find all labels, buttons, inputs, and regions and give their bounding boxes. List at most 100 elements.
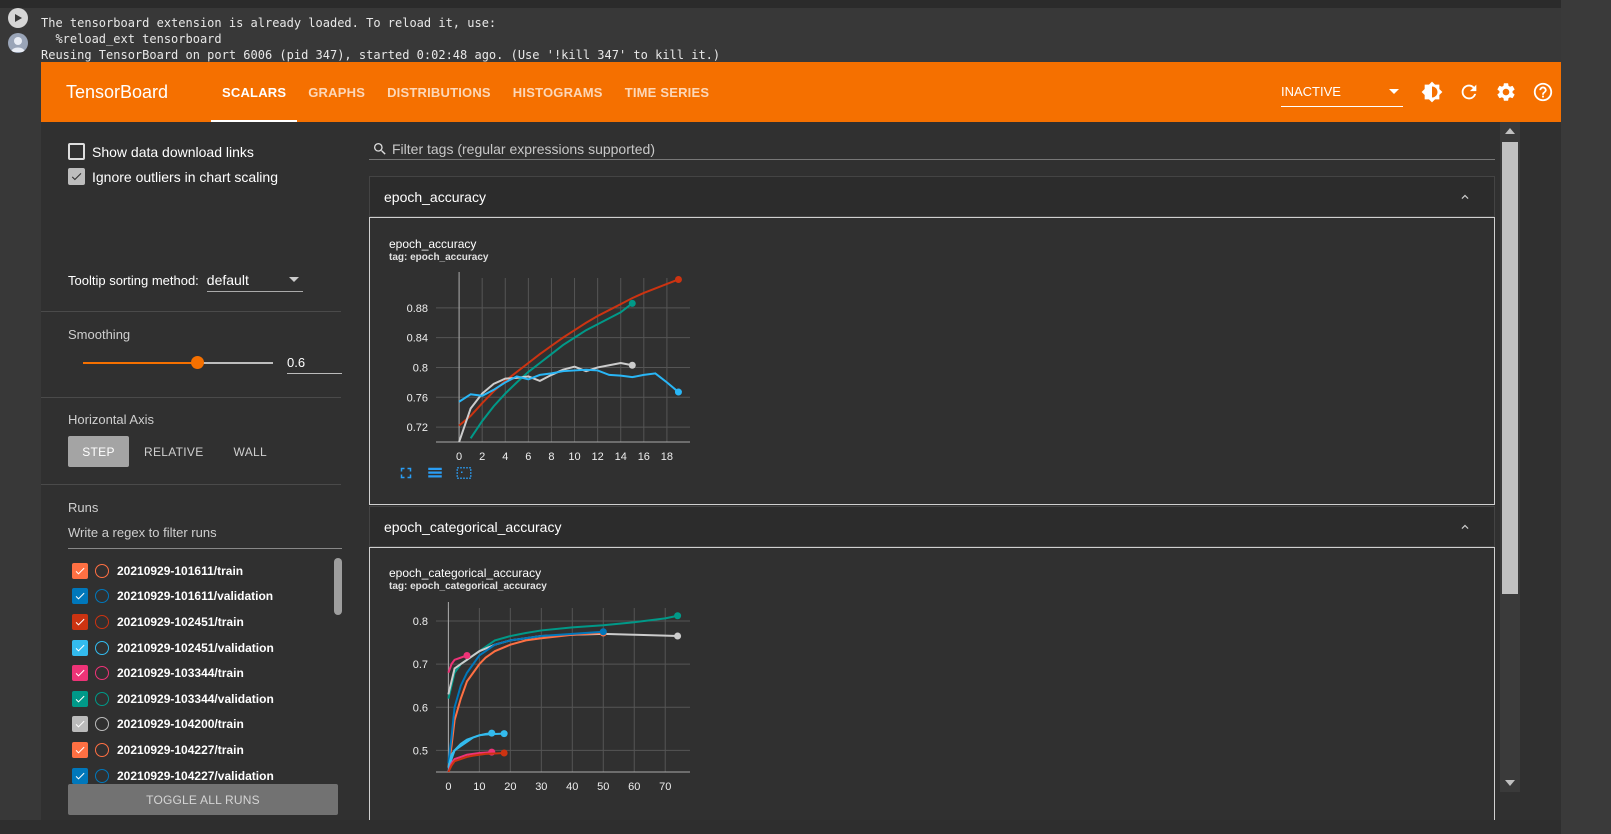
chart-card-epoch-categorical-accuracy: epoch_categorical_accuracy tag: epoch_ca… [369,547,1495,821]
run-row[interactable]: 20210929-102451/train [68,609,334,635]
run-checkbox[interactable] [72,588,88,605]
scroll-down-icon[interactable] [1505,780,1515,786]
tab-distributions[interactable]: DISTRIBUTIONS [376,62,502,122]
group-header-epoch-accuracy[interactable]: epoch_accuracy [369,176,1495,217]
show-download-links-checkbox[interactable] [68,143,85,160]
run-name: 20210929-103344/validation [117,691,274,706]
divider [41,311,341,312]
tab-scalars[interactable]: SCALARS [211,62,298,122]
series-end-point [628,299,636,307]
run-row[interactable]: 20210929-104227/train [68,737,334,763]
help-icon[interactable] [1524,72,1561,112]
show-download-links-option[interactable]: Show data download links [68,143,254,160]
x-tick-label: 70 [659,781,671,793]
settings-icon[interactable] [1487,72,1524,112]
card-tag: tag: epoch_accuracy [389,252,489,263]
run-row[interactable]: 20210929-103344/validation [68,686,334,712]
runs-scrollbar[interactable] [334,558,342,615]
search-icon [374,142,386,155]
run-row[interactable]: 20210929-104200/train [68,712,334,738]
sidebar: Show data download links Ignore outliers… [41,122,369,821]
chart-epoch-accuracy[interactable]: 0.720.760.80.840.880 2 4 6 8 10 12 14 16 18 [390,270,700,465]
run-color-picker[interactable] [95,563,109,578]
run-row[interactable]: 20210929-101611/validation [68,584,334,610]
run-checkbox[interactable] [72,639,88,656]
smoothing-slider-fill [83,362,197,364]
check-icon [75,644,85,652]
brightness-icon[interactable] [1413,72,1450,112]
y-tick-label: 0.72 [407,422,428,434]
tooltip-sorting-select[interactable]: default [206,268,303,292]
series-line [447,752,505,772]
x-tick-label: 20 [504,781,516,793]
run-color-picker[interactable] [95,717,109,732]
check-icon [75,669,85,677]
chevron-up-icon [1461,524,1469,529]
run-color-picker[interactable] [95,614,109,629]
tag-filter-input[interactable]: Filter tags (regular expressions support… [369,138,1495,160]
y-tick-label: 0.88 [407,303,428,315]
smoothing-input[interactable]: 0.6 [287,349,342,374]
runs-filter-input[interactable]: Write a regex to filter runs [68,525,342,549]
run-row[interactable]: 20210929-102451/validation [68,635,334,661]
output-line: Reusing TensorBoard on port 6006 (pid 34… [41,48,721,62]
axis-relative-button[interactable]: RELATIVE [129,436,219,467]
run-color-picker[interactable] [95,742,109,757]
run-checkbox[interactable] [72,665,88,682]
toggle-all-runs-button[interactable]: TOGGLE ALL RUNS [68,784,338,815]
run-checkbox[interactable] [72,716,88,733]
ignore-outliers-checkbox[interactable] [68,168,85,185]
tab-graphs[interactable]: GRAPHS [297,62,376,122]
series-end-point [500,730,508,738]
smoothing-slider[interactable] [83,356,273,369]
axis-step-button[interactable]: STEP [68,436,129,467]
runs-label: Runs [68,500,99,515]
group-header-epoch-categorical-accuracy[interactable]: epoch_categorical_accuracy [369,506,1495,547]
run-cell-button[interactable] [8,8,28,28]
check-icon [75,618,85,626]
header-actions: INACTIVE [1281,62,1561,122]
fullscreen-icon[interactable] [397,462,426,484]
x-tick-label: 4 [502,451,508,463]
fit-domain-icon[interactable] [455,462,484,484]
run-color-picker[interactable] [95,640,109,655]
run-checkbox[interactable] [72,690,88,707]
smoothing-label: Smoothing [68,327,131,342]
x-tick-label: 18 [661,451,673,463]
run-row[interactable]: 20210929-104227/validation [68,763,334,785]
chart-epoch-categorical-accuracy[interactable]: 0.5 0.6 0.7 0.8 0 10 20 30 40 50 60 70 [390,600,700,795]
run-checkbox[interactable] [72,562,88,579]
axis-wall-button[interactable]: WALL [219,436,282,467]
tooltip-sorting-row: Tooltip sorting method: default [68,268,303,292]
run-color-picker[interactable] [95,691,109,706]
data-table-icon[interactable] [426,462,455,484]
tooltip-sorting-value: default [206,271,249,288]
series-end-point [674,388,682,396]
reload-icon[interactable] [1450,72,1487,112]
run-color-picker[interactable] [95,666,109,681]
chart-toolbar [397,462,484,484]
series-end-point [674,275,682,283]
ignore-outliers-label: Ignore outliers in chart scaling [92,168,278,185]
x-tick-label: 60 [628,781,640,793]
plugin-select[interactable]: INACTIVE [1281,77,1403,107]
run-checkbox[interactable] [72,613,88,630]
tab-time-series[interactable]: TIME SERIES [614,62,721,122]
ignore-outliers-option[interactable]: Ignore outliers in chart scaling [68,168,278,185]
scroll-up-icon[interactable] [1505,128,1515,134]
check-icon [75,772,85,780]
main-scrollbar[interactable] [1500,122,1520,792]
run-checkbox[interactable] [72,767,88,784]
run-row[interactable]: 20210929-103344/train [68,660,334,686]
series-group [447,612,682,772]
run-row[interactable]: 20210929-101611/train [68,558,334,584]
run-checkbox[interactable] [72,741,88,758]
smoothing-slider-thumb[interactable] [191,356,204,369]
run-color-picker[interactable] [95,768,109,783]
card-tag: tag: epoch_categorical_accuracy [389,581,547,592]
main-scrollbar-thumb[interactable] [1502,142,1518,594]
tab-histograms[interactable]: HISTOGRAMS [502,62,614,122]
run-color-picker[interactable] [95,589,109,604]
chevron-down-icon [1389,89,1399,94]
card-title: epoch_accuracy [389,237,477,251]
